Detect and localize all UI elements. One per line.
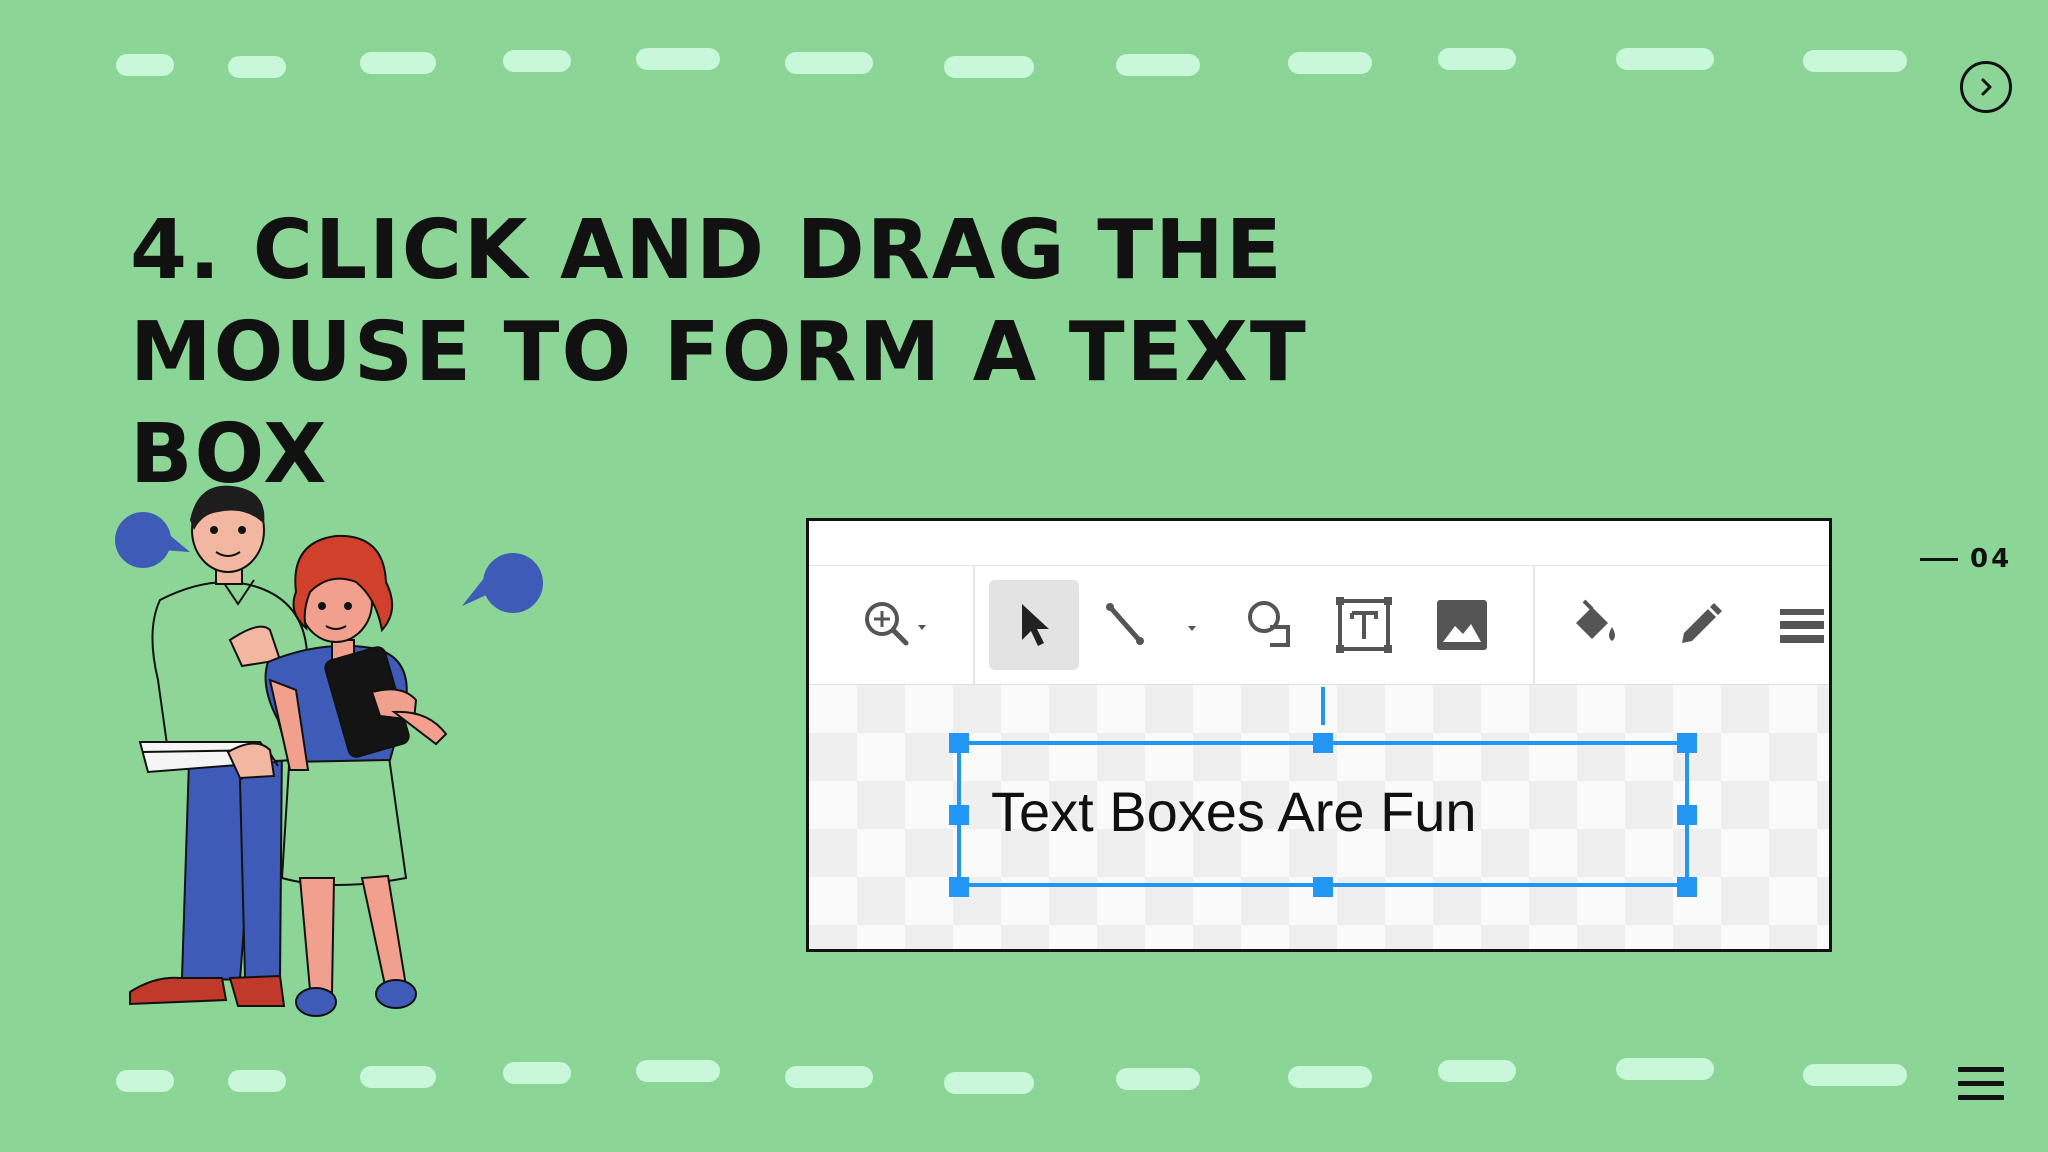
toolbar-separator [1533, 566, 1535, 684]
resize-handle-right[interactable] [1677, 805, 1697, 825]
top-dash-border [0, 48, 2048, 108]
toolbar-separator [973, 566, 975, 684]
image-icon [1437, 600, 1487, 650]
line-weight-button[interactable] [1757, 580, 1829, 670]
line-icon [1106, 603, 1196, 645]
resize-handle-bottom[interactable] [1313, 877, 1333, 897]
resize-handle-top-right[interactable] [1677, 733, 1697, 753]
rotation-handle-line [1321, 687, 1325, 725]
select-arrow-icon [1022, 604, 1049, 646]
chevron-right-icon [1981, 78, 1992, 96]
text-box-icon [1336, 597, 1392, 653]
page-number-rule [1920, 557, 1958, 561]
shape-tool-button[interactable] [1225, 580, 1315, 670]
page-number-value: 04 [1970, 544, 2013, 574]
next-slide-button[interactable] [1960, 61, 2012, 113]
pencil-tool-button[interactable] [1655, 580, 1745, 670]
people-illustration [115, 485, 543, 1017]
line-tool-button[interactable] [1091, 580, 1211, 670]
speech-bubble-right [462, 553, 543, 613]
text-box[interactable]: Text Boxes Are Fun [957, 741, 1689, 887]
bottom-dash-border [0, 1056, 2048, 1116]
slide-title: 4. Click and drag the mouse to form a te… [130, 200, 1430, 506]
drawing-toolbar [809, 565, 1829, 686]
line-weight-icon [1780, 609, 1824, 643]
drawing-canvas[interactable]: Text Boxes Are Fun [809, 685, 1829, 949]
fill-color-button[interactable] [1549, 580, 1639, 670]
resize-handle-top-left[interactable] [949, 733, 969, 753]
shape-icon [1248, 601, 1290, 647]
woman-figure [264, 534, 448, 1017]
pencil-icon [1682, 603, 1722, 643]
text-box-tool-button[interactable] [1319, 580, 1409, 670]
page-number: 04 [1920, 544, 2012, 574]
resize-handle-left[interactable] [949, 805, 969, 825]
resize-handle-bottom-left[interactable] [949, 877, 969, 897]
hamburger-menu-icon[interactable] [1958, 1067, 2004, 1101]
resize-handle-top[interactable] [1313, 733, 1333, 753]
fill-color-icon [1576, 599, 1615, 641]
resize-handle-bottom-right[interactable] [1677, 877, 1697, 897]
speech-bubble-left [115, 512, 190, 568]
select-tool-button[interactable] [989, 580, 1079, 670]
editor-screenshot: Text Boxes Are Fun [806, 518, 1832, 952]
title-line-2: mouse to form a text box [130, 305, 1308, 502]
zoom-icon [865, 602, 926, 646]
title-line-1: 4. Click and drag the [130, 203, 1284, 298]
text-box-content[interactable]: Text Boxes Are Fun [991, 779, 1477, 844]
image-tool-button[interactable] [1417, 580, 1507, 670]
zoom-tool-button[interactable] [847, 580, 943, 670]
